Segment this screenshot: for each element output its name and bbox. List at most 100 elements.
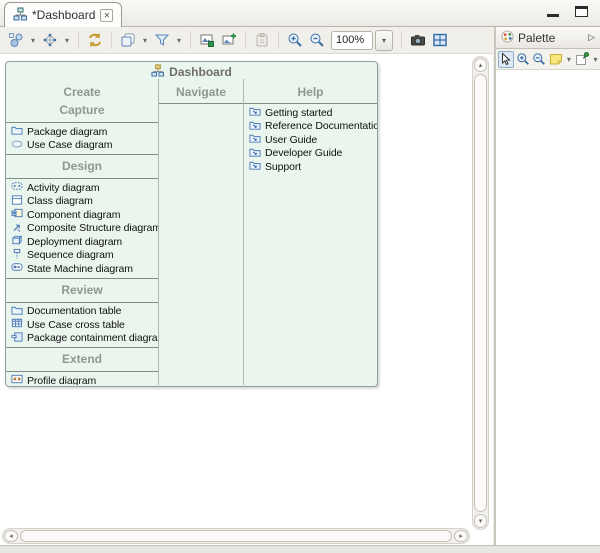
list-item-class-diagram[interactable]: Class diagram (6, 195, 158, 209)
dashboard-title-icon (151, 64, 164, 80)
divider (6, 178, 158, 179)
dashboard-panel: Dashboard Create Capture Package diagram… (5, 61, 378, 387)
list-item-package-containment-diagram[interactable]: Package containment diagram (6, 332, 158, 346)
containment-icon (11, 331, 23, 346)
palette-toolbar: ▾ ▾ (496, 49, 600, 70)
review-subheader: Review (6, 281, 158, 300)
create-header: Create (6, 79, 158, 101)
zoom-in-icon[interactable] (285, 30, 305, 50)
list-item-composite-structure-diagram[interactable]: Composite Structure diagram (6, 222, 158, 236)
chevron-down-icon[interactable]: ▾ (174, 36, 184, 45)
divider (6, 347, 158, 348)
scroll-right-icon[interactable]: ▸ (454, 530, 468, 542)
toolbar-separator (111, 31, 112, 49)
divider (159, 103, 243, 104)
divider (6, 371, 158, 372)
diagram-elements-icon[interactable] (6, 30, 26, 50)
minimize-icon[interactable] (547, 14, 559, 17)
chevron-down-icon[interactable]: ▾ (140, 36, 150, 45)
state-machine-icon (11, 261, 23, 276)
dashboard-tab-icon (13, 7, 27, 24)
list-item-usecase-diagram[interactable]: Use Case diagram (6, 139, 158, 153)
tab-dashboard[interactable]: *Dashboard ✕ (4, 2, 122, 27)
zoom-in-tool-icon[interactable] (515, 51, 530, 68)
toolbar-separator (78, 31, 79, 49)
palette-title: Palette (518, 31, 584, 45)
list-item-component-diagram[interactable]: Component diagram (6, 208, 158, 222)
screenshot-icon[interactable] (408, 30, 428, 50)
zoom-out-icon[interactable] (307, 30, 327, 50)
profile-icon (11, 373, 23, 385)
usecase-icon (11, 138, 23, 153)
arrange-layout-icon[interactable] (40, 30, 60, 50)
chevron-down-icon[interactable]: ▾ (591, 55, 600, 64)
divider (6, 302, 158, 303)
dashboard-title: Dashboard (169, 65, 232, 79)
diagram-toolbar: ▾ ▾ ▾ ▾ (0, 27, 493, 54)
horizontal-scrollbar[interactable]: ◂ ▸ (2, 528, 470, 544)
list-item-getting-started[interactable]: Getting started (244, 106, 377, 120)
workbench: *Dashboard ✕ ▾ ▾ ▾ ▾ (0, 0, 600, 553)
zoom-out-tool-icon[interactable] (531, 51, 546, 68)
palette-body[interactable] (496, 71, 600, 545)
diagram-overview-icon[interactable] (430, 30, 450, 50)
palette-icon (501, 30, 514, 46)
filters-icon[interactable] (152, 30, 172, 50)
close-icon[interactable]: ✕ (100, 9, 113, 22)
maximize-icon[interactable] (575, 6, 588, 17)
note-tool-icon[interactable] (548, 51, 563, 68)
editor-tab-bar: *Dashboard ✕ (0, 0, 600, 27)
list-item-sequence-diagram[interactable]: Sequence diagram (6, 249, 158, 263)
add-image-icon[interactable] (219, 30, 239, 50)
scroll-up-icon[interactable]: ▴ (474, 58, 487, 72)
flyout-arrow-icon[interactable]: ▷ (588, 32, 595, 43)
navigate-column: Navigate (159, 79, 244, 385)
diagram-canvas[interactable]: Dashboard Create Capture Package diagram… (0, 54, 493, 545)
export-image-icon[interactable] (197, 30, 217, 50)
shortcut-tool-icon[interactable] (574, 51, 589, 68)
zoom-level-dropdown[interactable]: ▾ (375, 30, 393, 51)
palette-panel: Palette ▷ ▾ ▾ (494, 27, 600, 545)
tab-label: *Dashboard (32, 8, 95, 22)
list-item-activity-diagram[interactable]: Activity diagram (6, 181, 158, 195)
copy-appearance-icon[interactable] (118, 30, 138, 50)
palette-header[interactable]: Palette ▷ (496, 27, 600, 49)
help-column: Help Getting started Reference Documenta… (244, 79, 377, 385)
scroll-left-icon[interactable]: ◂ (4, 530, 18, 542)
list-item-reference-documentation[interactable]: Reference Documentation (244, 120, 377, 134)
bottom-strip (0, 545, 600, 553)
chevron-down-icon[interactable]: ▾ (62, 36, 72, 45)
toolbar-separator (401, 31, 402, 49)
toolbar-separator (278, 31, 279, 49)
chevron-down-icon[interactable]: ▾ (564, 55, 573, 64)
vertical-scrollbar[interactable]: ▴ ▾ (472, 56, 489, 530)
list-item-package-diagram[interactable]: Package diagram (6, 125, 158, 139)
list-item-deployment-diagram[interactable]: Deployment diagram (6, 235, 158, 249)
list-item-profile-diagram[interactable]: Profile diagram (6, 374, 158, 385)
zoom-level-input[interactable] (331, 31, 373, 50)
design-subheader: Design (6, 157, 158, 176)
divider (6, 278, 158, 279)
scroll-down-icon[interactable]: ▾ (474, 514, 487, 528)
extend-subheader: Extend (6, 350, 158, 369)
list-item-documentation-table[interactable]: Documentation table (6, 305, 158, 319)
create-column: Create Capture Package diagram Use Case … (6, 79, 159, 385)
capture-subheader: Capture (6, 101, 158, 120)
list-item-user-guide[interactable]: User Guide (244, 133, 377, 147)
help-header: Help (244, 79, 377, 101)
horizontal-scrollbar-thumb[interactable] (20, 530, 452, 542)
list-item-developer-guide[interactable]: Developer Guide (244, 147, 377, 161)
select-tool-icon[interactable] (498, 51, 514, 68)
divider (244, 103, 377, 104)
list-item-support[interactable]: Support (244, 160, 377, 174)
paste-icon[interactable] (252, 30, 272, 50)
synchronize-icon[interactable] (85, 30, 105, 50)
list-item-state-machine-diagram[interactable]: State Machine diagram (6, 262, 158, 276)
toolbar-separator (190, 31, 191, 49)
divider (6, 154, 158, 155)
divider (6, 122, 158, 123)
list-item-usecase-cross-table[interactable]: Use Case cross table (6, 318, 158, 332)
chevron-down-icon[interactable]: ▾ (28, 36, 38, 45)
vertical-scrollbar-thumb[interactable] (474, 74, 487, 512)
shortcut-folder-icon (249, 159, 261, 174)
